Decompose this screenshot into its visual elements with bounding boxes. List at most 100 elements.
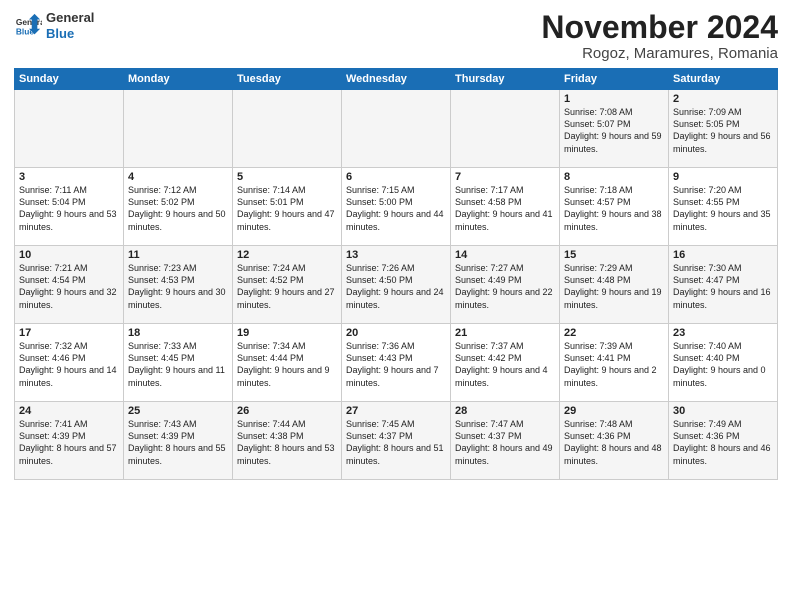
day-info: Sunrise: 7:32 AM Sunset: 4:46 PM Dayligh…	[19, 340, 119, 389]
day-number: 24	[19, 405, 119, 417]
day-number: 21	[455, 327, 555, 339]
day-cell: 29Sunrise: 7:48 AM Sunset: 4:36 PM Dayli…	[560, 402, 669, 480]
logo-icon: General Blue	[14, 12, 42, 40]
col-saturday: Saturday	[669, 69, 778, 90]
day-number: 30	[673, 405, 773, 417]
day-info: Sunrise: 7:29 AM Sunset: 4:48 PM Dayligh…	[564, 262, 664, 311]
col-wednesday: Wednesday	[342, 69, 451, 90]
day-number: 22	[564, 327, 664, 339]
day-cell: 25Sunrise: 7:43 AM Sunset: 4:39 PM Dayli…	[124, 402, 233, 480]
day-cell: 24Sunrise: 7:41 AM Sunset: 4:39 PM Dayli…	[15, 402, 124, 480]
day-info: Sunrise: 7:12 AM Sunset: 5:02 PM Dayligh…	[128, 184, 228, 233]
day-info: Sunrise: 7:24 AM Sunset: 4:52 PM Dayligh…	[237, 262, 337, 311]
week-row-1: 1Sunrise: 7:08 AM Sunset: 5:07 PM Daylig…	[15, 90, 778, 168]
day-info: Sunrise: 7:48 AM Sunset: 4:36 PM Dayligh…	[564, 418, 664, 467]
col-monday: Monday	[124, 69, 233, 90]
day-number: 18	[128, 327, 228, 339]
day-cell: 15Sunrise: 7:29 AM Sunset: 4:48 PM Dayli…	[560, 246, 669, 324]
day-number: 9	[673, 171, 773, 183]
day-number: 2	[673, 93, 773, 105]
day-number: 29	[564, 405, 664, 417]
day-cell: 7Sunrise: 7:17 AM Sunset: 4:58 PM Daylig…	[451, 168, 560, 246]
day-cell: 23Sunrise: 7:40 AM Sunset: 4:40 PM Dayli…	[669, 324, 778, 402]
day-number: 19	[237, 327, 337, 339]
day-number: 20	[346, 327, 446, 339]
week-row-4: 17Sunrise: 7:32 AM Sunset: 4:46 PM Dayli…	[15, 324, 778, 402]
day-number: 8	[564, 171, 664, 183]
day-cell: 14Sunrise: 7:27 AM Sunset: 4:49 PM Dayli…	[451, 246, 560, 324]
day-info: Sunrise: 7:43 AM Sunset: 4:39 PM Dayligh…	[128, 418, 228, 467]
day-cell: 8Sunrise: 7:18 AM Sunset: 4:57 PM Daylig…	[560, 168, 669, 246]
day-info: Sunrise: 7:08 AM Sunset: 5:07 PM Dayligh…	[564, 106, 664, 155]
day-cell	[124, 90, 233, 168]
day-cell: 12Sunrise: 7:24 AM Sunset: 4:52 PM Dayli…	[233, 246, 342, 324]
subtitle: Rogoz, Maramures, Romania	[541, 45, 778, 62]
day-cell: 3Sunrise: 7:11 AM Sunset: 5:04 PM Daylig…	[15, 168, 124, 246]
day-cell: 27Sunrise: 7:45 AM Sunset: 4:37 PM Dayli…	[342, 402, 451, 480]
day-number: 27	[346, 405, 446, 417]
day-number: 10	[19, 249, 119, 261]
day-number: 23	[673, 327, 773, 339]
day-info: Sunrise: 7:15 AM Sunset: 5:00 PM Dayligh…	[346, 184, 446, 233]
day-info: Sunrise: 7:41 AM Sunset: 4:39 PM Dayligh…	[19, 418, 119, 467]
col-tuesday: Tuesday	[233, 69, 342, 90]
day-info: Sunrise: 7:30 AM Sunset: 4:47 PM Dayligh…	[673, 262, 773, 311]
day-number: 3	[19, 171, 119, 183]
day-info: Sunrise: 7:45 AM Sunset: 4:37 PM Dayligh…	[346, 418, 446, 467]
day-number: 14	[455, 249, 555, 261]
calendar-table: Sunday Monday Tuesday Wednesday Thursday…	[14, 68, 778, 480]
day-cell: 20Sunrise: 7:36 AM Sunset: 4:43 PM Dayli…	[342, 324, 451, 402]
day-cell: 30Sunrise: 7:49 AM Sunset: 4:36 PM Dayli…	[669, 402, 778, 480]
day-cell: 9Sunrise: 7:20 AM Sunset: 4:55 PM Daylig…	[669, 168, 778, 246]
day-number: 6	[346, 171, 446, 183]
day-info: Sunrise: 7:36 AM Sunset: 4:43 PM Dayligh…	[346, 340, 446, 389]
day-number: 12	[237, 249, 337, 261]
day-info: Sunrise: 7:17 AM Sunset: 4:58 PM Dayligh…	[455, 184, 555, 233]
day-number: 15	[564, 249, 664, 261]
title-area: November 2024 Rogoz, Maramures, Romania	[541, 10, 778, 62]
day-cell: 13Sunrise: 7:26 AM Sunset: 4:50 PM Dayli…	[342, 246, 451, 324]
header-row: Sunday Monday Tuesday Wednesday Thursday…	[15, 69, 778, 90]
day-info: Sunrise: 7:39 AM Sunset: 4:41 PM Dayligh…	[564, 340, 664, 389]
day-number: 16	[673, 249, 773, 261]
col-sunday: Sunday	[15, 69, 124, 90]
day-number: 5	[237, 171, 337, 183]
day-cell: 16Sunrise: 7:30 AM Sunset: 4:47 PM Dayli…	[669, 246, 778, 324]
day-info: Sunrise: 7:40 AM Sunset: 4:40 PM Dayligh…	[673, 340, 773, 389]
day-cell	[233, 90, 342, 168]
day-info: Sunrise: 7:09 AM Sunset: 5:05 PM Dayligh…	[673, 106, 773, 155]
day-info: Sunrise: 7:27 AM Sunset: 4:49 PM Dayligh…	[455, 262, 555, 311]
day-info: Sunrise: 7:37 AM Sunset: 4:42 PM Dayligh…	[455, 340, 555, 389]
logo: General Blue GeneralBlue	[14, 10, 94, 41]
day-number: 17	[19, 327, 119, 339]
day-cell: 10Sunrise: 7:21 AM Sunset: 4:54 PM Dayli…	[15, 246, 124, 324]
day-number: 7	[455, 171, 555, 183]
day-info: Sunrise: 7:49 AM Sunset: 4:36 PM Dayligh…	[673, 418, 773, 467]
day-number: 1	[564, 93, 664, 105]
day-info: Sunrise: 7:18 AM Sunset: 4:57 PM Dayligh…	[564, 184, 664, 233]
day-info: Sunrise: 7:21 AM Sunset: 4:54 PM Dayligh…	[19, 262, 119, 311]
day-cell: 28Sunrise: 7:47 AM Sunset: 4:37 PM Dayli…	[451, 402, 560, 480]
day-cell: 4Sunrise: 7:12 AM Sunset: 5:02 PM Daylig…	[124, 168, 233, 246]
day-cell: 21Sunrise: 7:37 AM Sunset: 4:42 PM Dayli…	[451, 324, 560, 402]
day-cell	[342, 90, 451, 168]
day-number: 28	[455, 405, 555, 417]
day-number: 26	[237, 405, 337, 417]
day-info: Sunrise: 7:33 AM Sunset: 4:45 PM Dayligh…	[128, 340, 228, 389]
day-cell: 1Sunrise: 7:08 AM Sunset: 5:07 PM Daylig…	[560, 90, 669, 168]
day-info: Sunrise: 7:26 AM Sunset: 4:50 PM Dayligh…	[346, 262, 446, 311]
col-friday: Friday	[560, 69, 669, 90]
day-cell: 6Sunrise: 7:15 AM Sunset: 5:00 PM Daylig…	[342, 168, 451, 246]
main-title: November 2024	[541, 10, 778, 45]
day-cell: 18Sunrise: 7:33 AM Sunset: 4:45 PM Dayli…	[124, 324, 233, 402]
logo-text: GeneralBlue	[46, 10, 94, 41]
day-info: Sunrise: 7:20 AM Sunset: 4:55 PM Dayligh…	[673, 184, 773, 233]
day-info: Sunrise: 7:23 AM Sunset: 4:53 PM Dayligh…	[128, 262, 228, 311]
day-number: 11	[128, 249, 228, 261]
day-cell	[451, 90, 560, 168]
day-info: Sunrise: 7:44 AM Sunset: 4:38 PM Dayligh…	[237, 418, 337, 467]
day-cell: 11Sunrise: 7:23 AM Sunset: 4:53 PM Dayli…	[124, 246, 233, 324]
week-row-2: 3Sunrise: 7:11 AM Sunset: 5:04 PM Daylig…	[15, 168, 778, 246]
day-cell: 2Sunrise: 7:09 AM Sunset: 5:05 PM Daylig…	[669, 90, 778, 168]
day-info: Sunrise: 7:34 AM Sunset: 4:44 PM Dayligh…	[237, 340, 337, 389]
